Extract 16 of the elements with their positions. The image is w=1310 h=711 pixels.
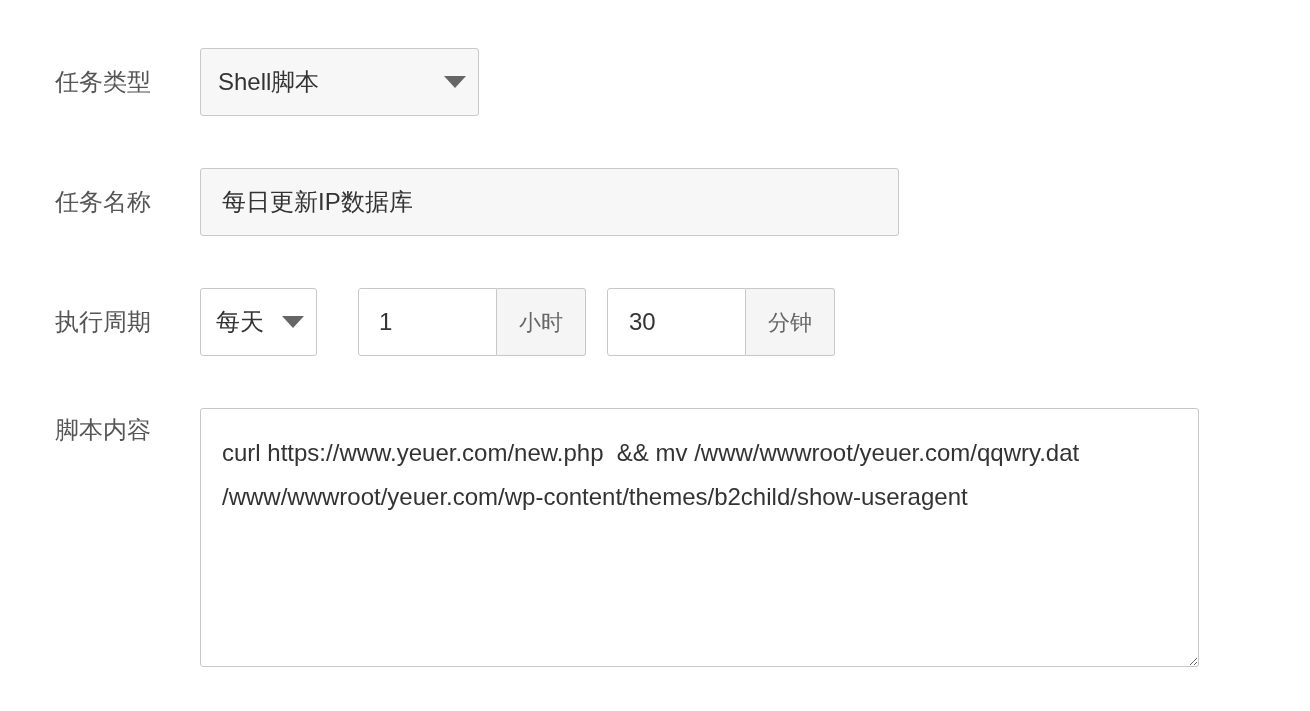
input-addon: 小时 [497,288,586,356]
dropdown-caret-icon [444,76,466,88]
task-name-field[interactable]: 每日更新IP数据库 [200,168,899,236]
field-label: 执行周期 [55,307,152,337]
select-value: 每天 [216,307,264,337]
minutes-field[interactable]: 30 [607,288,746,356]
field-label: 任务类型 [55,67,152,97]
period-select[interactable]: 每天 [200,288,317,356]
dropdown-caret-icon [282,316,304,328]
select-value: Shell脚本 [218,67,320,97]
script-content-field[interactable]: curl https://www.yeuer.com/new.php && mv /www/wwwroot/yeuer.com/qqwry.dat /www/wwwroot/yeuer.com/wp-content/themes/b2child/show-useragent [200,408,1199,667]
input-addon: 分钟 [746,288,835,356]
hours-field[interactable]: 1 [358,288,497,356]
field-label: 脚本内容 [55,415,152,445]
task-type-select[interactable]: Shell脚本 [200,48,479,116]
field-label: 任务名称 [55,187,152,217]
